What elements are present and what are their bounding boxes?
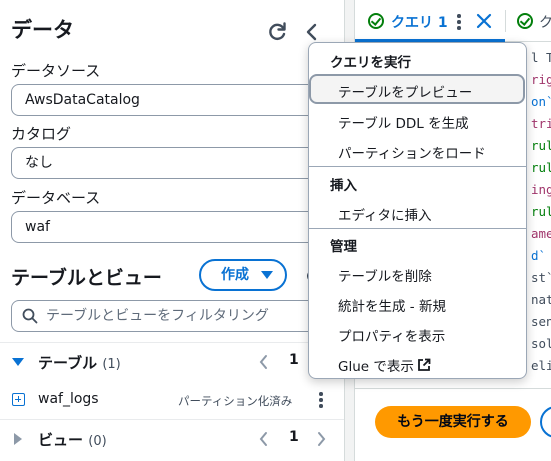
database-value: waf xyxy=(25,219,50,235)
query-tabs: クエリ 1 ク xyxy=(355,0,551,42)
refresh-icon[interactable] xyxy=(265,20,289,44)
code-line: rule xyxy=(531,138,551,153)
search-icon xyxy=(22,308,38,328)
create-button[interactable]: 作成 xyxy=(199,259,287,291)
code-line: solv xyxy=(531,336,551,351)
tables-section-header[interactable]: テーブル (1) 1 xyxy=(0,342,344,380)
data-source-select[interactable]: AwsDataCatalog xyxy=(11,84,341,116)
code-line: ing, xyxy=(531,182,551,197)
code-line: trin xyxy=(531,116,551,131)
secondary-button[interactable] xyxy=(540,406,551,438)
close-icon[interactable] xyxy=(476,13,492,29)
code-line: l TA xyxy=(531,50,551,65)
tab-divider xyxy=(505,10,506,32)
code-line: ame` xyxy=(531,226,551,241)
chevron-left-icon[interactable] xyxy=(258,431,270,451)
code-line: nato xyxy=(531,292,551,307)
panel-title: データ xyxy=(11,18,74,42)
code-line: elie xyxy=(531,358,551,373)
menu-item-preview-table[interactable]: テーブルをプレビュー xyxy=(338,81,472,101)
code-line: sens xyxy=(531,314,551,329)
table-actions-menu: クエリを実行 テーブルをプレビュー テーブル DDL を生成 パーティションをロ… xyxy=(308,42,527,379)
partition-badge: パーティション化済み xyxy=(178,394,293,408)
menu-item-generate-ddl[interactable]: テーブル DDL を生成 xyxy=(338,112,469,132)
catalog-label: カタログ xyxy=(11,125,72,143)
code-line: rigi xyxy=(531,72,551,87)
catalog-select[interactable]: なし xyxy=(11,147,341,179)
menu-divider xyxy=(309,228,526,229)
editor-footer: もう一度実行する xyxy=(355,388,551,461)
tables-page-number[interactable]: 1 xyxy=(289,352,299,368)
menu-item-delete-table[interactable]: テーブルを削除 xyxy=(338,265,432,285)
table-row[interactable]: waf_logs パーティション化済み xyxy=(0,382,344,418)
catalog-value: なし xyxy=(25,155,53,171)
tab-query-1[interactable]: クエリ 1 xyxy=(355,0,505,42)
menu-divider xyxy=(309,166,526,167)
code-line: st` xyxy=(531,270,551,285)
views-label: ビュー xyxy=(38,431,84,449)
kebab-icon[interactable] xyxy=(316,391,326,409)
filter-field[interactable] xyxy=(11,300,341,332)
code-line: on` xyxy=(531,94,551,109)
database-label: データベース xyxy=(11,189,101,207)
database-select[interactable]: waf xyxy=(11,211,341,243)
caret-down-icon[interactable] xyxy=(12,358,24,366)
menu-group-header: クエリを実行 xyxy=(330,55,411,71)
data-source-label: データソース xyxy=(11,62,101,80)
data-source-value: AwsDataCatalog xyxy=(25,92,140,108)
code-line: rule xyxy=(531,160,551,175)
menu-item-load-partitions[interactable]: パーティションをロード xyxy=(338,142,486,162)
tab-label: クエリ 1 xyxy=(391,15,448,31)
caret-down-icon xyxy=(261,271,273,279)
table-name: waf_logs xyxy=(38,391,99,407)
views-count: (0) xyxy=(88,434,107,449)
views-page-number[interactable]: 1 xyxy=(289,429,299,445)
tables-label: テーブル xyxy=(38,354,98,372)
expand-plus-icon[interactable] xyxy=(12,393,25,406)
external-link-icon xyxy=(417,357,431,371)
success-check-icon xyxy=(368,13,384,29)
chevron-left-icon[interactable] xyxy=(302,20,322,44)
chevron-right-icon[interactable] xyxy=(315,431,327,451)
chevron-left-icon[interactable] xyxy=(258,354,270,374)
menu-item-generate-statistics[interactable]: 統計を生成 - 新規 xyxy=(338,295,446,315)
kebab-icon[interactable] xyxy=(456,14,462,30)
views-section-header[interactable]: ビュー (0) 1 xyxy=(0,419,344,457)
menu-group-header: 管理 xyxy=(330,239,357,255)
caret-right-icon[interactable] xyxy=(14,433,22,445)
data-panel: データ データソース AwsDataCatalog カタログ なし データベース… xyxy=(0,0,345,461)
tab-label: ク xyxy=(539,12,551,32)
filter-input[interactable] xyxy=(46,301,336,331)
tables-views-title: テーブルとビュー xyxy=(11,267,162,289)
run-again-button[interactable]: もう一度実行する xyxy=(375,406,531,438)
menu-item-view-in-glue[interactable]: Glue で表示 xyxy=(338,355,414,375)
create-label: 作成 xyxy=(221,267,249,283)
success-check-icon xyxy=(517,13,533,29)
code-line: d` s xyxy=(531,248,547,263)
tables-count: (1) xyxy=(102,357,121,372)
menu-group-header: 挿入 xyxy=(330,178,357,194)
code-line: rule xyxy=(531,204,551,219)
menu-item-insert-into-editor[interactable]: エディタに挿入 xyxy=(338,204,432,224)
menu-item-view-properties[interactable]: プロパティを表示 xyxy=(338,325,445,345)
